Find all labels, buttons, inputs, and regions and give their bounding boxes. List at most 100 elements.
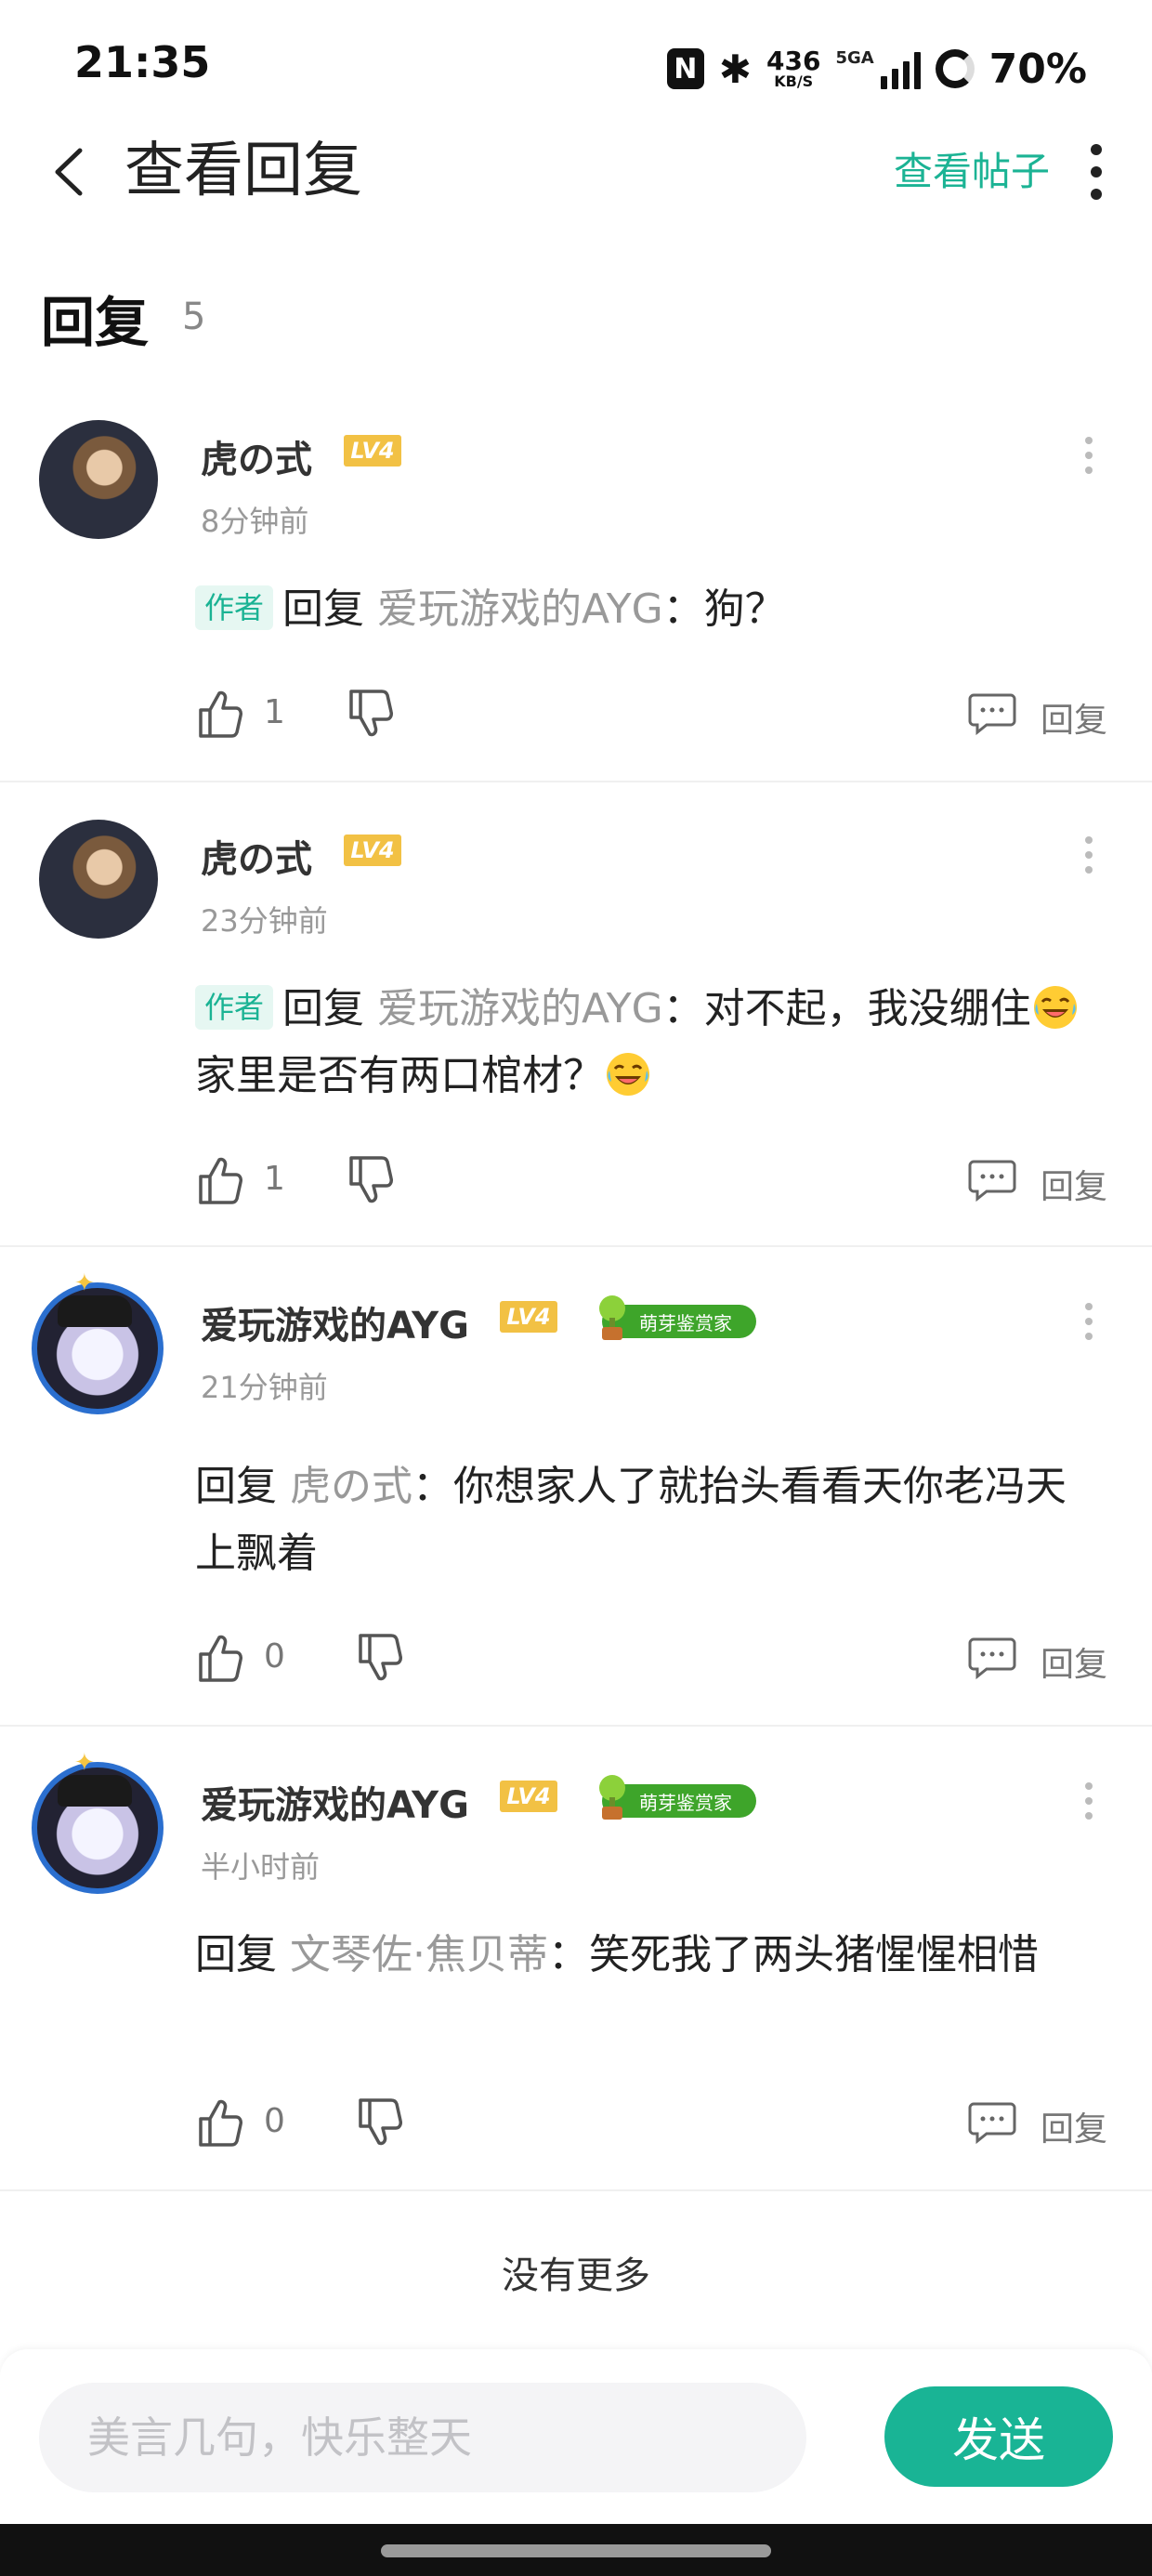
top-app-bar: 查看回复 查看帖子 (0, 121, 1152, 242)
level-badge: LV4 (500, 1301, 557, 1333)
reply-actions: 0 回复 (0, 1632, 1152, 1688)
timestamp: 8分钟前 (201, 504, 309, 539)
thumb-down-icon[interactable] (355, 1632, 403, 1684)
reply-actions: 1 回复 (0, 688, 1152, 743)
network-type: 5GA (835, 48, 874, 68)
divider (0, 781, 1152, 782)
sprout-appraiser-badge: 萌芽鉴赏家 (599, 1295, 756, 1340)
send-button[interactable]: 发送 (884, 2386, 1113, 2487)
username[interactable]: 虎の式 (201, 829, 312, 883)
comment-icon[interactable] (968, 691, 1016, 736)
badge-label: 萌芽鉴赏家 (639, 1791, 732, 1814)
network-speed: 436 KB/S (766, 48, 820, 89)
reply-word: 回复 (282, 585, 365, 633)
network-speed-value: 436 (766, 46, 821, 76)
reply-target[interactable]: 爱玩游戏的AYG (377, 985, 663, 1032)
level-badge: LV4 (344, 435, 401, 467)
author-tag: 作者 (195, 985, 274, 1030)
battery-percent: 70% (988, 45, 1087, 93)
sprout-icon (599, 1295, 625, 1340)
thumb-up-icon[interactable] (195, 1154, 243, 1206)
avatar[interactable] (39, 820, 158, 939)
reply-button[interactable]: 回复 (1041, 1160, 1107, 1208)
more-options-icon[interactable] (1081, 836, 1096, 874)
reply-target[interactable]: 爱玩游戏的AYG (377, 585, 663, 633)
reply-actions: 0 回复 (0, 2096, 1152, 2152)
more-options-icon[interactable] (1081, 1303, 1096, 1340)
reply-text-continued: 家里是否有两口棺材？ (195, 1052, 604, 1099)
reply-content[interactable]: 作者 回复 爱玩游戏的AYG：狗？ (195, 576, 1106, 643)
divider (0, 1725, 1152, 1727)
comment-icon[interactable] (968, 1636, 1016, 1680)
timestamp: 23分钟前 (201, 903, 328, 939)
reply-word: 回复 (195, 1931, 277, 1978)
network-speed-unit: KB/S (774, 72, 814, 90)
system-nav-bar (0, 2524, 1152, 2576)
thumb-down-icon[interactable] (346, 688, 394, 740)
no-more-text: 没有更多 (502, 2254, 650, 2297)
reply-input-bar: 发送 (0, 2349, 1152, 2524)
author-tag: 作者 (195, 585, 274, 630)
avatar[interactable] (39, 420, 158, 539)
laughing-emoji (1033, 986, 1077, 1029)
sparkle-icon: ✦ (74, 1749, 95, 1777)
reply-button[interactable]: 回复 (1041, 693, 1107, 742)
sprout-icon (599, 1775, 625, 1820)
divider (0, 2189, 1152, 2191)
username[interactable]: 虎の式 (201, 429, 312, 483)
reply-actions: 1 回复 (0, 1154, 1152, 1210)
home-indicator[interactable] (381, 2544, 771, 2557)
avatar[interactable] (32, 1762, 164, 1894)
thumb-up-icon[interactable] (195, 1632, 243, 1684)
like-count: 1 (264, 1160, 285, 1198)
reply-word: 回复 (282, 985, 365, 1032)
thumb-up-icon[interactable] (195, 688, 243, 740)
level-badge: LV4 (344, 835, 401, 866)
reply-word: 回复 (195, 1463, 277, 1510)
sprout-appraiser-badge: 萌芽鉴赏家 (599, 1775, 756, 1820)
reply-target[interactable]: 文琴佐·焦贝蒂 (290, 1931, 548, 1978)
comment-icon[interactable] (968, 1158, 1016, 1203)
back-arrow-icon (55, 148, 83, 196)
page-title: 查看回复 (124, 137, 362, 205)
reply-text: ：对不起，我没绷住 (662, 985, 1031, 1032)
reply-text: ：笑死我了两头猪惺惺相惜 (548, 1931, 1039, 1978)
more-options-icon[interactable] (1081, 1782, 1096, 1820)
timestamp: 21分钟前 (201, 1370, 328, 1405)
thumb-down-icon[interactable] (355, 2096, 403, 2149)
more-options-icon[interactable] (1081, 437, 1096, 474)
comment-icon[interactable] (968, 2100, 1016, 2145)
reply-text: ：狗？ (662, 585, 786, 633)
divider (0, 1245, 1152, 1247)
avatar[interactable] (32, 1282, 164, 1414)
like-count: 0 (264, 1637, 285, 1676)
reply-button[interactable]: 回复 (1041, 1637, 1107, 1686)
username[interactable]: 爱玩游戏的AYG (201, 1775, 469, 1829)
thumb-up-icon[interactable] (195, 2096, 243, 2149)
view-post-link[interactable]: 查看帖子 (894, 128, 1050, 216)
battery-icon (935, 49, 975, 88)
reply-content[interactable]: 作者 回复 爱玩游戏的AYG：对不起，我没绷住家里是否有两口棺材？ (195, 976, 1106, 1110)
reply-count: 5 (182, 296, 206, 338)
badge-label: 萌芽鉴赏家 (639, 1311, 732, 1334)
thumb-down-icon[interactable] (346, 1154, 394, 1206)
clock: 21:35 (74, 37, 211, 87)
status-icons: N ✱ 436 KB/S 5GA 70% (666, 41, 1087, 97)
laughing-emoji (607, 1053, 649, 1096)
level-badge: LV4 (500, 1781, 557, 1812)
sparkle-icon: ✦ (74, 1269, 95, 1297)
reply-button[interactable]: 回复 (1041, 2102, 1107, 2150)
reply-target[interactable]: 虎の式 (290, 1463, 412, 1510)
signal-icon: 5GA (835, 48, 921, 89)
reply-content[interactable]: 回复 虎の式：你想家人了就抬头看看天你老冯天上飘着 (195, 1453, 1106, 1587)
reply-content[interactable]: 回复 文琴佐·焦贝蒂：笑死我了两头猪惺惺相惜 (195, 1922, 1106, 1989)
reply-input[interactable] (39, 2383, 806, 2492)
nfc-icon: N (666, 48, 704, 89)
back-button[interactable] (37, 130, 102, 214)
username[interactable]: 爱玩游戏的AYG (201, 1295, 469, 1349)
like-count: 0 (264, 2102, 285, 2140)
status-bar: 21:35 N ✱ 436 KB/S 5GA 70% (0, 0, 1152, 121)
bluetooth-icon: ✱ (718, 46, 752, 92)
like-count: 1 (264, 693, 285, 731)
more-vertical-icon[interactable] (1068, 130, 1124, 214)
